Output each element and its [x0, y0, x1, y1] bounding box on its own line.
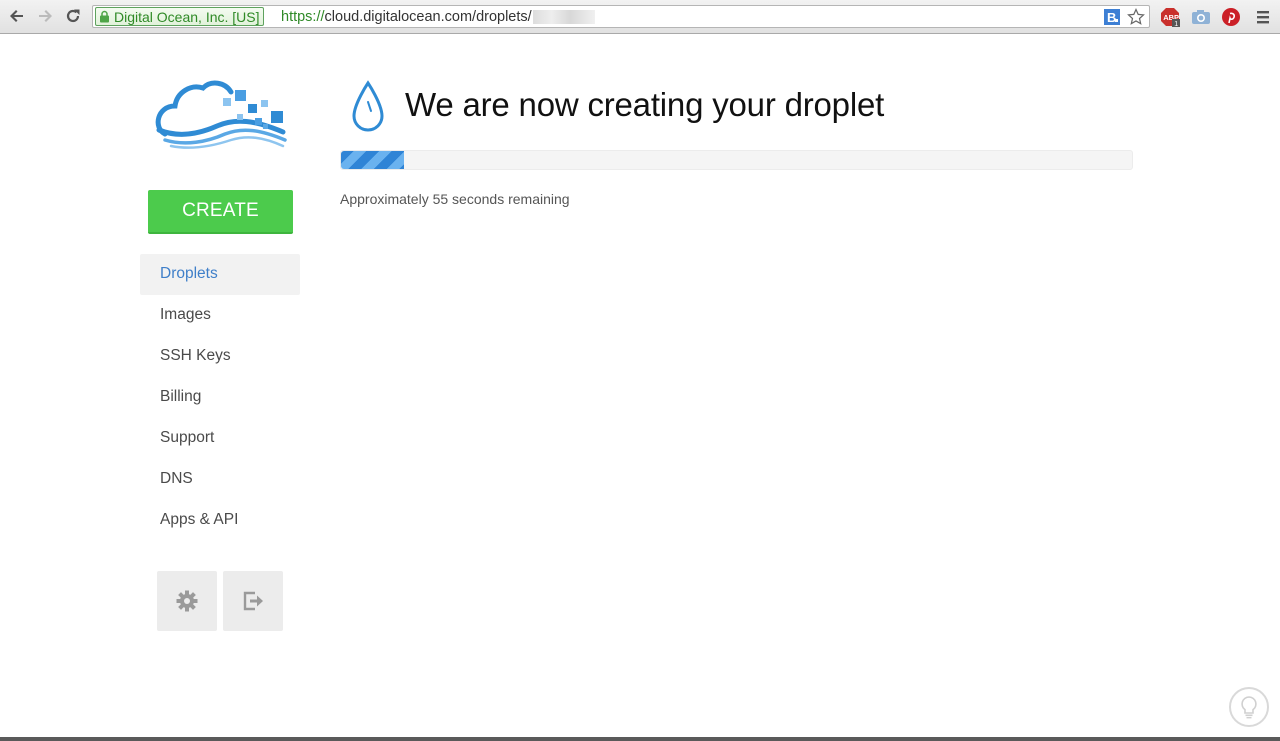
reload-icon	[66, 9, 80, 23]
forward-button[interactable]	[35, 6, 55, 26]
url-scheme: https://	[281, 9, 325, 25]
lock-icon	[100, 10, 109, 23]
sidebar-item-billing[interactable]: Billing	[140, 377, 300, 418]
sidebar-nav: Droplets Images SSH Keys Billing Support…	[140, 254, 300, 541]
sidebar-item-images[interactable]: Images	[140, 295, 300, 336]
pinterest-icon	[1222, 8, 1240, 26]
pinterest-button[interactable]	[1221, 7, 1241, 27]
sidebar-item-ssh-keys[interactable]: SSH Keys	[140, 336, 300, 377]
ev-organization-label: Digital Ocean, Inc. [US]	[114, 8, 260, 25]
logout-icon	[243, 591, 263, 611]
help-button[interactable]	[1229, 687, 1269, 727]
droplet-icon	[352, 80, 384, 132]
settings-button[interactable]	[157, 571, 217, 631]
sidebar-item-apps-api[interactable]: Apps & API	[140, 500, 300, 541]
camera-icon	[1192, 10, 1210, 24]
hamburger-menu-icon	[1257, 11, 1269, 24]
sidebar-item-droplets[interactable]: Droplets	[140, 254, 300, 295]
url-text[interactable]: https://cloud.digitalocean.com/droplets/	[281, 8, 595, 26]
browser-toolbar: Digital Ocean, Inc. [US] https://cloud.d…	[0, 0, 1280, 34]
screenshot-extension-button[interactable]	[1191, 7, 1211, 27]
creation-progress-bar	[340, 150, 1133, 170]
sidebar-item-dns[interactable]: DNS	[140, 459, 300, 500]
create-droplet-button[interactable]: CREATE	[148, 190, 293, 234]
back-button[interactable]	[7, 6, 27, 26]
forward-arrow-icon	[39, 10, 52, 22]
ev-certificate-badge[interactable]: Digital Ocean, Inc. [US]	[95, 7, 264, 26]
reload-button[interactable]	[63, 6, 83, 26]
page-title: We are now creating your droplet	[405, 86, 885, 123]
back-arrow-icon	[10, 10, 23, 22]
bookmark-star-icon[interactable]	[1127, 8, 1145, 26]
gear-icon	[176, 590, 198, 612]
sidebar-item-support[interactable]: Support	[140, 418, 300, 459]
adblock-count: 1	[1174, 21, 1178, 27]
adblock-plus-icon: ABP 1	[1161, 8, 1180, 28]
window-bottom-edge	[0, 737, 1280, 741]
lightbulb-icon	[1241, 696, 1257, 719]
chrome-menu-button[interactable]	[1253, 7, 1273, 27]
digitalocean-logo[interactable]	[155, 78, 287, 150]
adblock-plus-button[interactable]: ABP 1	[1160, 7, 1180, 28]
address-bar[interactable]: Digital Ocean, Inc. [US] https://cloud.d…	[92, 5, 1150, 28]
svg-text:B: B	[1107, 10, 1116, 25]
progress-fill	[341, 151, 405, 169]
bookmarklet-b-icon[interactable]: B	[1103, 8, 1121, 26]
redacted-url-segment	[532, 10, 595, 25]
url-path: cloud.digitalocean.com/droplets/	[324, 9, 532, 25]
logout-button[interactable]	[223, 571, 283, 631]
time-remaining-text: Approximately 55 seconds remaining	[340, 191, 570, 207]
